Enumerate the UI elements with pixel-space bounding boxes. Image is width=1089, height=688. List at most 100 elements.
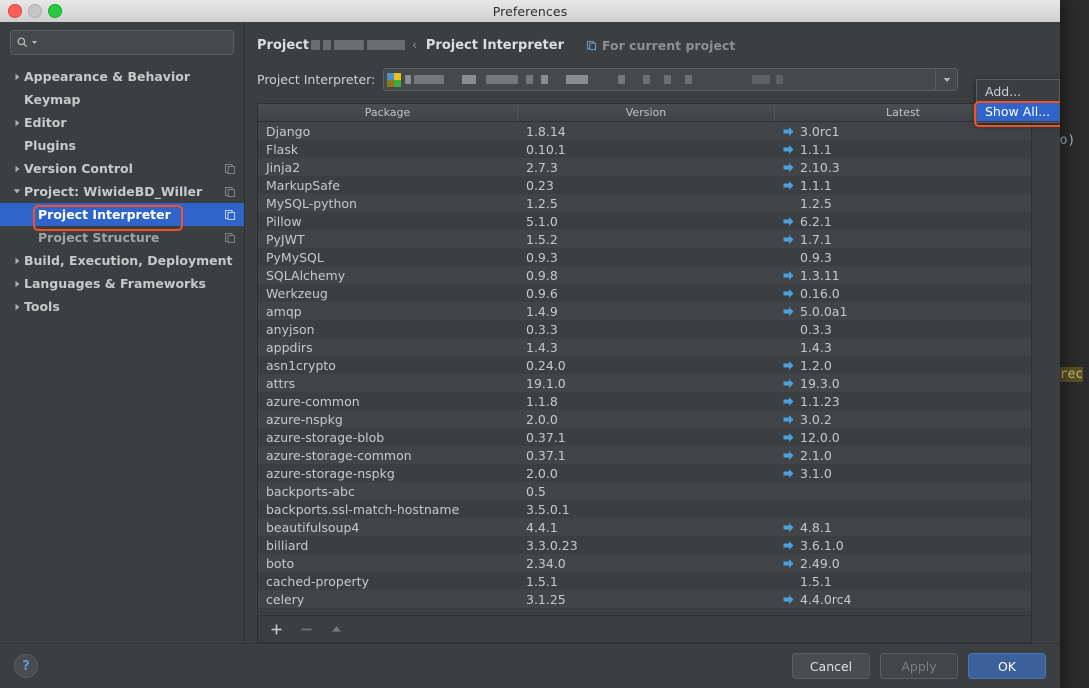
add-package-button[interactable] (268, 621, 284, 637)
cell-latest: 1.3.11 (775, 268, 1031, 283)
cell-version: 1.4.9 (518, 304, 775, 319)
sidebar-item-editor[interactable]: Editor (0, 111, 244, 134)
chevron-right-icon[interactable] (10, 257, 24, 265)
table-row[interactable]: backports.ssl-match-hostname3.5.0.1 (258, 500, 1031, 518)
chevron-down-icon[interactable] (10, 188, 24, 195)
sidebar-item-label: Languages & Frameworks (24, 276, 236, 291)
chevron-down-icon[interactable] (31, 39, 38, 46)
search-box[interactable] (10, 30, 234, 55)
table-row[interactable]: Django1.8.143.0rc1 (258, 122, 1031, 140)
table-row[interactable]: Pillow5.1.06.2.1 (258, 212, 1031, 230)
table-row[interactable]: PyMySQL0.9.30.9.3 (258, 248, 1031, 266)
sidebar-item-tools[interactable]: Tools (0, 295, 244, 318)
copy-settings-icon[interactable] (224, 186, 236, 198)
table-row[interactable]: celery3.1.254.4.0rc4 (258, 590, 1031, 608)
cell-package: attrs (258, 376, 518, 391)
upgrade-arrow-icon (783, 450, 794, 461)
apply-button[interactable]: Apply (880, 653, 958, 679)
table-row[interactable]: azure-storage-blob0.37.112.0.0 (258, 428, 1031, 446)
search-input[interactable] (41, 36, 227, 50)
table-row[interactable]: Jinja22.7.32.10.3 (258, 158, 1031, 176)
latest-version-text: 2.49.0 (800, 556, 840, 571)
sidebar-item-project-interpreter[interactable]: Project Interpreter (0, 203, 244, 226)
cancel-label: Cancel (810, 659, 852, 674)
table-row[interactable]: cached-property1.5.11.5.1 (258, 572, 1031, 590)
cancel-button[interactable]: Cancel (792, 653, 870, 679)
cell-latest: 19.3.0 (775, 376, 1031, 391)
table-row[interactable]: attrs19.1.019.3.0 (258, 374, 1031, 392)
sidebar-item-build-execution-deployment[interactable]: Build, Execution, Deployment (0, 249, 244, 272)
cell-version: 3.3.0.23 (518, 538, 775, 553)
copy-settings-icon[interactable] (224, 163, 236, 175)
upgrade-package-button[interactable] (328, 621, 344, 637)
table-row[interactable]: azure-common1.1.81.1.23 (258, 392, 1031, 410)
cell-package: Pillow (258, 214, 518, 229)
cell-package: azure-nspkg (258, 412, 518, 427)
menu-item-show-all[interactable]: Show All... (977, 101, 1059, 121)
table-row[interactable]: amqp1.4.95.0.0a1 (258, 302, 1031, 320)
close-button[interactable] (8, 4, 22, 18)
sidebar-item-label: Build, Execution, Deployment (24, 253, 236, 268)
copy-settings-icon[interactable] (224, 232, 236, 244)
sidebar-item-project[interactable]: Project: WiwideBD_Willer (0, 180, 244, 203)
table-row[interactable]: SQLAlchemy0.9.81.3.11 (258, 266, 1031, 284)
cell-package: MySQL-python (258, 196, 518, 211)
sidebar-item-languages-frameworks[interactable]: Languages & Frameworks (0, 272, 244, 295)
cell-package: anyjson (258, 322, 518, 337)
sidebar-item-label: Project Structure (10, 230, 224, 245)
chevron-right-icon[interactable] (10, 165, 24, 173)
table-row[interactable]: backports-abc0.5 (258, 482, 1031, 500)
cell-package: billiard (258, 538, 518, 553)
packages-toolbar (257, 616, 1032, 643)
table-row[interactable]: appdirs1.4.31.4.3 (258, 338, 1031, 356)
column-header-version[interactable]: Version (518, 104, 775, 121)
cell-package: PyJWT (258, 232, 518, 247)
upgrade-arrow-icon (783, 432, 794, 443)
table-row[interactable]: MySQL-python1.2.51.2.5 (258, 194, 1031, 212)
zoom-button[interactable] (48, 4, 62, 18)
table-row[interactable]: beautifulsoup44.4.14.8.1 (258, 518, 1031, 536)
cell-version: 5.1.0 (518, 214, 775, 229)
table-row[interactable]: PyJWT1.5.21.7.1 (258, 230, 1031, 248)
chevron-right-icon[interactable] (10, 280, 24, 288)
table-row[interactable]: boto2.34.02.49.0 (258, 554, 1031, 572)
latest-version-text: 2.1.0 (800, 448, 832, 463)
table-row[interactable]: azure-storage-nspkg2.0.03.1.0 (258, 464, 1031, 482)
table-row[interactable]: MarkupSafe0.231.1.1 (258, 176, 1031, 194)
table-row[interactable]: Flask0.10.11.1.1 (258, 140, 1031, 158)
column-header-package[interactable]: Package (258, 104, 518, 121)
table-row[interactable]: Werkzeug0.9.60.16.0 (258, 284, 1031, 302)
help-label: ? (22, 659, 30, 674)
interpreter-dropdown-button[interactable] (935, 69, 957, 90)
menu-item-add[interactable]: Add... (977, 81, 1059, 101)
copy-settings-icon[interactable] (224, 209, 236, 221)
table-row[interactable]: asn1crypto0.24.01.2.0 (258, 356, 1031, 374)
chevron-right-icon[interactable] (10, 119, 24, 127)
cell-package: MarkupSafe (258, 178, 518, 193)
breadcrumb-current: Project Interpreter (426, 38, 564, 53)
sidebar-item-version-control[interactable]: Version Control (0, 157, 244, 180)
sidebar-item-plugins[interactable]: Plugins (0, 134, 244, 157)
cell-version: 3.1.25 (518, 592, 775, 607)
table-row[interactable]: billiard3.3.0.233.6.1.0 (258, 536, 1031, 554)
sidebar-item-project-structure[interactable]: Project Structure (0, 226, 244, 249)
remove-package-button[interactable] (298, 621, 314, 637)
help-button[interactable]: ? (14, 654, 38, 678)
chevron-right-icon[interactable] (10, 73, 24, 81)
ok-button[interactable]: OK (968, 653, 1046, 679)
upgrade-arrow-icon (783, 126, 794, 137)
chevron-right-icon[interactable] (10, 303, 24, 311)
cell-package: SQLAlchemy (258, 268, 518, 283)
table-row[interactable]: azure-storage-common0.37.12.1.0 (258, 446, 1031, 464)
cell-latest: 6.2.1 (775, 214, 1031, 229)
breadcrumb-separator: ‹ (412, 38, 417, 52)
scope-indicator[interactable]: For current project (586, 38, 735, 53)
table-row[interactable]: azure-nspkg2.0.03.0.2 (258, 410, 1031, 428)
minimize-button[interactable] (28, 4, 42, 18)
table-row[interactable]: anyjson0.3.30.3.3 (258, 320, 1031, 338)
sidebar-item-keymap[interactable]: Keymap (0, 88, 244, 111)
interpreter-combobox[interactable] (383, 68, 958, 91)
breadcrumb-root[interactable]: Project (257, 38, 309, 53)
table-body[interactable]: Django1.8.143.0rc1Flask0.10.11.1.1Jinja2… (258, 122, 1031, 615)
sidebar-item-appearance-behavior[interactable]: Appearance & Behavior (0, 65, 244, 88)
